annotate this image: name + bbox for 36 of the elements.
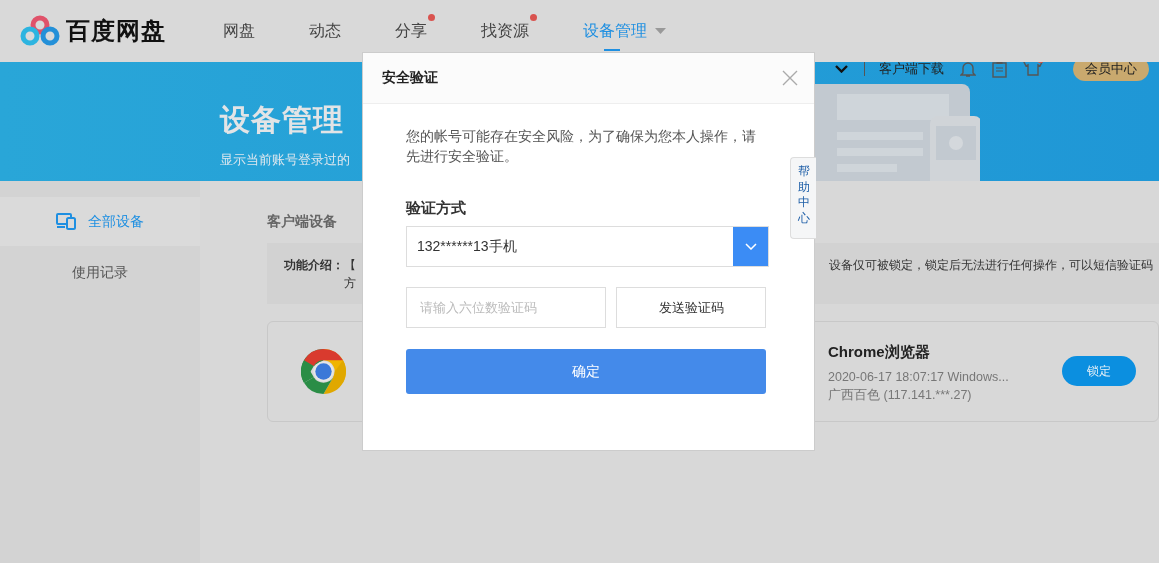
- logo-text: 百度网盘: [66, 16, 166, 46]
- device-tab[interactable]: 客户端设备: [267, 213, 337, 233]
- client-download-link[interactable]: 客户端下载: [879, 62, 944, 78]
- devices-icon: [56, 213, 76, 230]
- page-title: 设备管理: [220, 102, 345, 138]
- browser-icon: [301, 349, 346, 394]
- intro-text: 方: [344, 275, 356, 292]
- sidebar-item[interactable]: 使用记录: [0, 248, 200, 297]
- warning-message: 您的帐号可能存在安全风险，为了确保为您本人操作，请先进行安全验证。: [406, 127, 757, 166]
- login-location: 广西百色 (117.141.***.27): [828, 387, 973, 404]
- intro-text: 【: [344, 258, 356, 272]
- clipboard-icon[interactable]: [992, 62, 1007, 78]
- page-subtitle: 显示当前账号登录过的: [220, 151, 350, 169]
- shirt-icon[interactable]: [1023, 62, 1043, 76]
- dialog-title: 安全验证: [382, 69, 438, 87]
- device-name: Chrome浏览器: [828, 343, 931, 362]
- lock-button[interactable]: 锁定: [1062, 356, 1136, 386]
- intro-text: 设备仅可被锁定，锁定后无法进行任何操作，可以短信验证码: [829, 257, 1153, 274]
- login-time: 2020-06-17 18:07:17 Windows...: [828, 369, 1009, 386]
- chevron-down-icon[interactable]: [835, 65, 848, 73]
- intro-label: 功能介绍：: [284, 258, 344, 272]
- nav-tab[interactable]: 动态: [309, 11, 341, 51]
- confirm-button[interactable]: 确定: [406, 349, 766, 394]
- nav-tab[interactable]: 找资源: [481, 11, 529, 51]
- close-icon[interactable]: [782, 70, 798, 86]
- help-center-tab[interactable]: 帮助中心: [790, 157, 816, 239]
- chevron-down-icon: [744, 243, 757, 250]
- nav-tab[interactable]: 分享: [395, 11, 427, 51]
- code-input-field[interactable]: 请输入六位数验证码: [406, 287, 606, 328]
- logo-icon: [20, 15, 60, 47]
- method-select[interactable]: 132******13手机: [406, 226, 769, 267]
- method-label: 验证方式: [406, 199, 467, 218]
- nav-tab[interactable]: 网盘: [223, 11, 255, 51]
- send-code-button[interactable]: 发送验证码: [616, 287, 766, 328]
- vip-center-button[interactable]: 会员中心: [1073, 62, 1149, 81]
- bell-icon[interactable]: [960, 62, 976, 78]
